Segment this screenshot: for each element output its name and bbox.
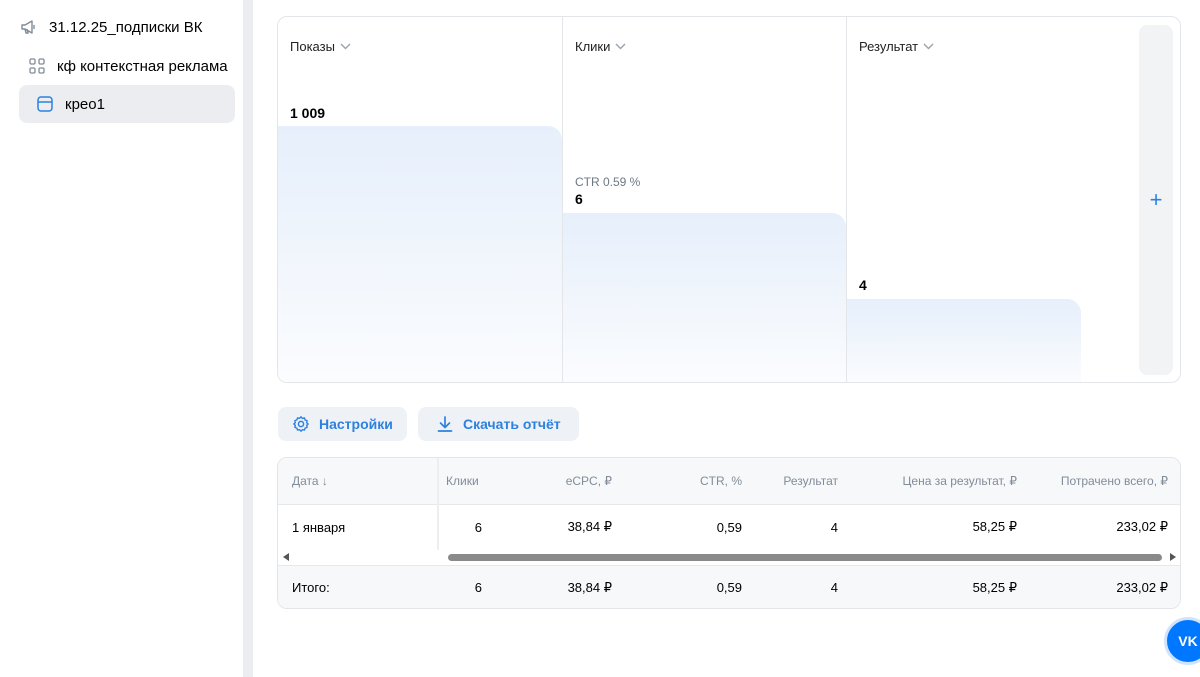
download-icon	[436, 415, 454, 433]
table-row: 1 января 6 38,84 ₽ 0,59 4 58,25 ₽ 233,02…	[278, 505, 1180, 549]
cell-date: 1 января	[292, 519, 346, 535]
chevron-down-icon	[615, 43, 626, 50]
settings-button[interactable]: Настройки	[278, 407, 407, 441]
funnel-column-result: Результат 4	[847, 17, 1131, 382]
table-header: Дата ↓ Клики eCPC, ₽ CTR, % Результат Це…	[278, 458, 1180, 505]
total-ctr: 0,59	[716, 580, 742, 595]
metric-selector[interactable]: Показы	[290, 39, 351, 54]
sidebar-item-label: кф контекстная реклама	[57, 57, 228, 75]
plus-icon: +	[1149, 187, 1163, 212]
scroll-right-arrow-icon[interactable]	[1170, 553, 1176, 561]
scroll-left-arrow-icon[interactable]	[283, 553, 289, 561]
horizontal-scrollbar[interactable]	[278, 550, 1180, 565]
vk-support-button[interactable]: VK	[1164, 617, 1200, 665]
ctr-label: CTR 0.59 %	[575, 175, 641, 189]
download-report-button[interactable]: Скачать отчёт	[418, 407, 579, 441]
megaphone-icon	[19, 17, 39, 37]
cell-total-spent: 233,02 ₽	[1116, 519, 1168, 534]
sidebar-item-campaign[interactable]: 31.12.25_подписки ВК	[19, 8, 235, 46]
sidebar-item-ad[interactable]: крео1	[19, 85, 235, 123]
sidebar-item-label: 31.12.25_подписки ВК	[49, 18, 203, 36]
gear-icon	[292, 415, 310, 433]
funnel-bar	[847, 299, 1081, 382]
metric-value: 1 009	[290, 105, 326, 121]
column-header-clicks[interactable]: Клики	[446, 458, 479, 504]
metric-selector[interactable]: Клики	[575, 39, 626, 54]
metric-label: Показы	[290, 39, 335, 54]
column-header-cost-per-result[interactable]: Цена за результат, ₽	[903, 458, 1017, 504]
metric-label: Результат	[859, 39, 919, 54]
sidebar-item-label: крео1	[65, 95, 105, 113]
chevron-down-icon	[340, 43, 351, 50]
sidebar-item-group[interactable]: кф контекстная реклама	[19, 47, 235, 85]
ad-card-icon	[35, 94, 55, 114]
settings-label: Настройки	[319, 416, 393, 432]
funnel-column-impressions: Показы 1 009	[278, 17, 563, 382]
metric-value: 4	[859, 277, 867, 293]
sidebar-divider	[243, 0, 253, 677]
metric-selector[interactable]: Результат	[859, 39, 934, 54]
total-cost-per-result: 58,25 ₽	[972, 579, 1017, 595]
chevron-down-icon	[923, 43, 934, 50]
funnel-bar	[278, 126, 562, 382]
cell-cost-per-result: 58,25 ₽	[972, 519, 1017, 534]
vk-logo-icon: VK	[1178, 633, 1198, 649]
funnel-chart: Показы 1 009 Клики CTR 0.59 % 6 Результа…	[277, 16, 1181, 383]
table-total-row: Итого: 6 38,84 ₽ 0,59 4 58,25 ₽ 233,02 ₽	[278, 565, 1180, 608]
grid-icon	[27, 56, 47, 76]
total-label: Итого:	[292, 580, 330, 595]
cell-ctr: 0,59	[716, 519, 742, 535]
column-header-result[interactable]: Результат	[783, 458, 838, 504]
scrollbar-thumb[interactable]	[448, 554, 1162, 561]
cell-clicks: 6	[474, 519, 482, 535]
download-label: Скачать отчёт	[463, 416, 561, 432]
total-spent: 233,02 ₽	[1116, 579, 1168, 595]
sidebar: 31.12.25_подписки ВК кф контекстная рекл…	[0, 0, 243, 677]
metric-label: Клики	[575, 39, 611, 54]
cell-result: 4	[830, 519, 838, 535]
total-clicks: 6	[474, 580, 482, 595]
column-header-date[interactable]: Дата ↓	[292, 458, 328, 504]
funnel-bar	[563, 213, 846, 382]
column-header-ecpc[interactable]: eCPC, ₽	[566, 458, 612, 504]
total-result: 4	[830, 580, 838, 595]
stats-table: Дата ↓ Клики eCPC, ₽ CTR, % Результат Це…	[277, 457, 1181, 609]
add-metric-button[interactable]: +	[1139, 25, 1173, 375]
metric-value: 6	[575, 191, 583, 207]
column-header-total-spent[interactable]: Потрачено всего, ₽	[1061, 458, 1168, 504]
total-ecpc: 38,84 ₽	[567, 579, 612, 595]
cell-ecpc: 38,84 ₽	[567, 519, 612, 534]
frozen-column-divider	[437, 458, 439, 550]
column-header-ctr[interactable]: CTR, %	[700, 458, 742, 504]
funnel-column-clicks: Клики CTR 0.59 % 6	[563, 17, 847, 382]
